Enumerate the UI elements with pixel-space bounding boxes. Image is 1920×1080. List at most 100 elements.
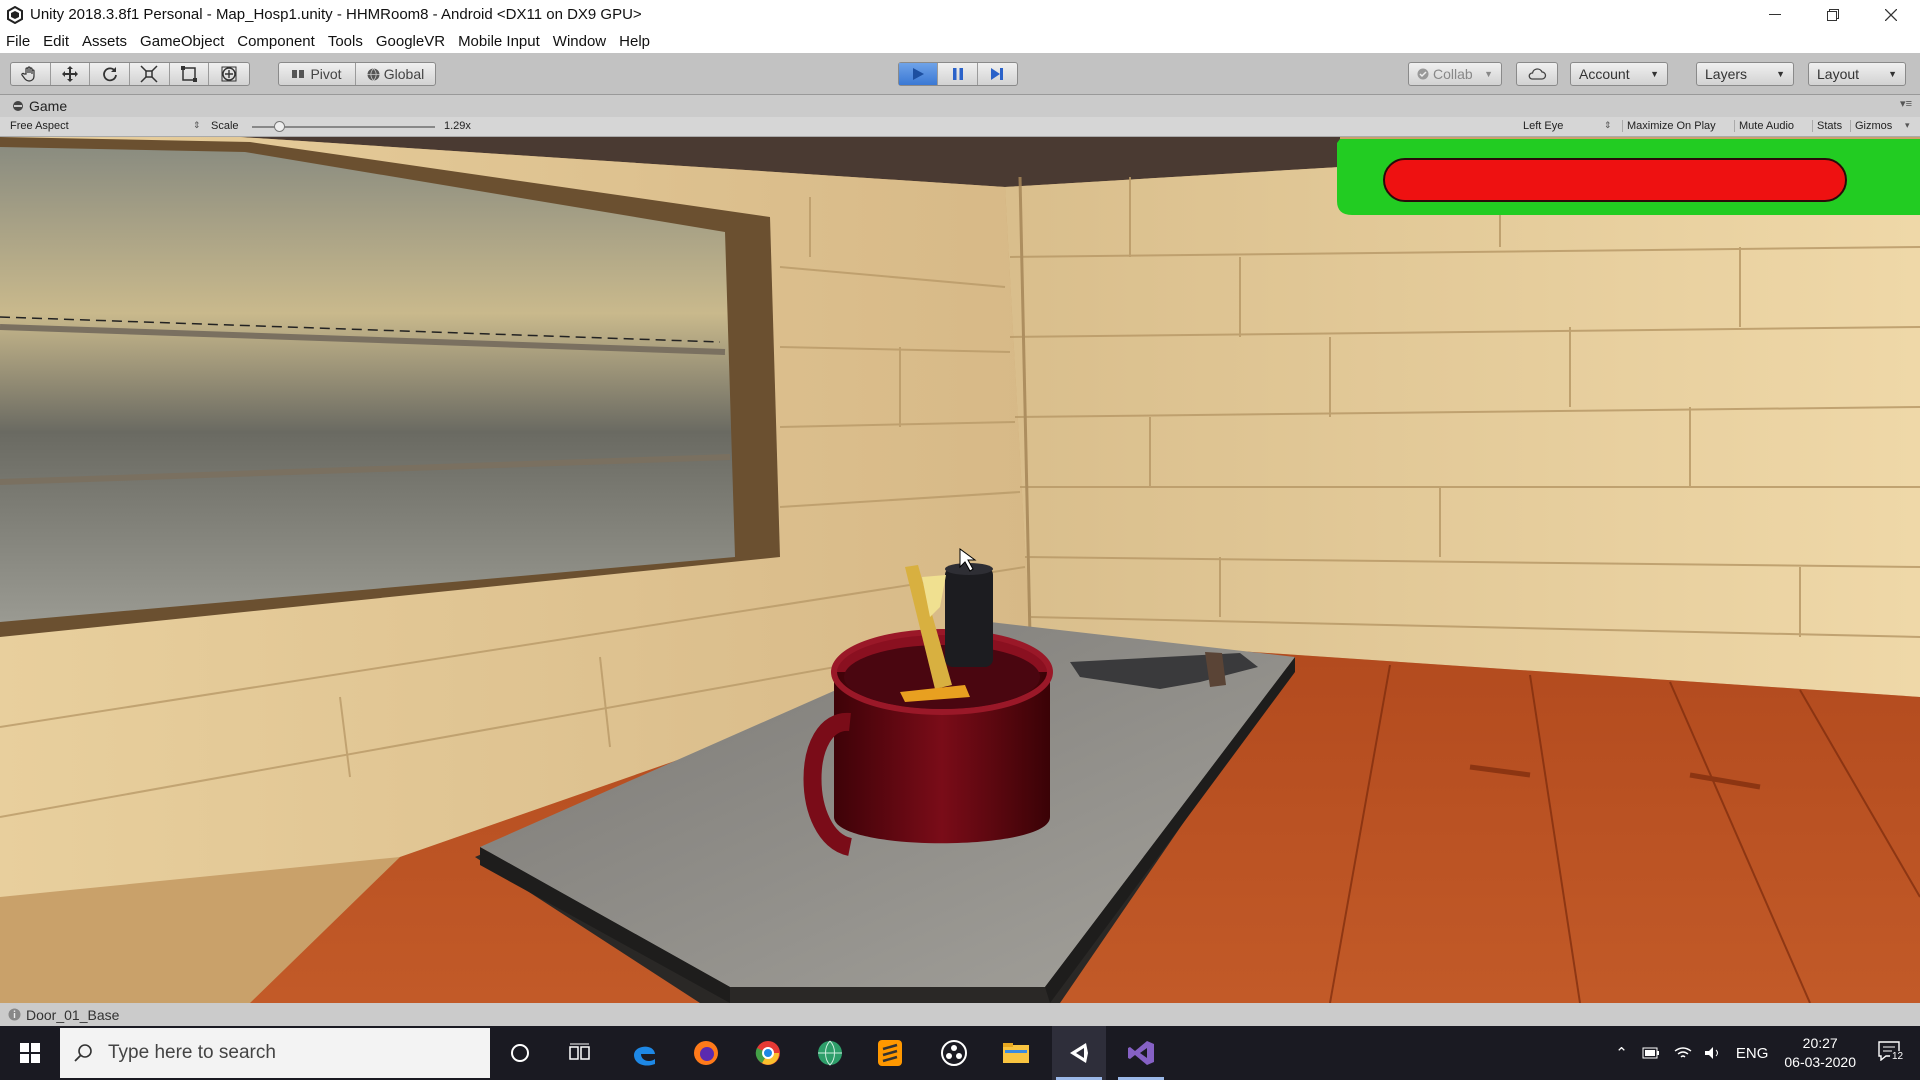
taskbar-globe-app[interactable] — [810, 1033, 850, 1073]
language-indicator[interactable]: ENG — [1736, 1045, 1769, 1062]
battery-icon[interactable] — [1642, 1047, 1660, 1059]
edge-icon — [634, 1046, 655, 1066]
taskbar-search-input[interactable]: Type here to search — [60, 1028, 490, 1078]
menu-component[interactable]: Component — [237, 33, 315, 50]
game-view-controls: Free Aspect ⇕ Scale 1.29x Left Eye ⇕ Max… — [0, 117, 1920, 137]
global-button[interactable]: Global — [356, 63, 435, 85]
clock-date: 06-03-2020 — [1784, 1054, 1856, 1070]
minimize-button[interactable] — [1746, 0, 1804, 29]
chevron-updown-icon: ⇕ — [193, 120, 201, 130]
chevron-down-icon: ▼ — [1776, 69, 1785, 79]
scale-label: Scale — [211, 120, 239, 132]
step-icon — [991, 68, 1004, 80]
hand-tool-button[interactable] — [11, 63, 51, 85]
menu-window[interactable]: Window — [553, 33, 606, 50]
close-button[interactable] — [1862, 0, 1920, 29]
mute-audio-toggle[interactable]: Mute Audio — [1734, 120, 1794, 132]
menu-edit[interactable]: Edit — [43, 33, 69, 50]
wifi-icon[interactable] — [1674, 1046, 1692, 1060]
clock[interactable]: 20:27 06-03-2020 — [1784, 1034, 1856, 1072]
hand-icon — [21, 66, 35, 82]
collab-dropdown[interactable]: Collab ▼ — [1408, 62, 1502, 86]
pause-button[interactable] — [938, 63, 978, 85]
notification-badge: 12 — [1890, 1051, 1906, 1062]
status-message[interactable]: Door_01_Base — [26, 1007, 119, 1023]
chevron-up-icon[interactable]: ⌃ — [1615, 1044, 1628, 1062]
gizmos-dropdown[interactable]: Gizmos — [1850, 120, 1892, 132]
firefox-icon — [694, 1041, 718, 1065]
transform-tools — [10, 62, 250, 86]
window-titlebar: Unity 2018.3.8f1 Personal - Map_Hosp1.un… — [0, 0, 1920, 29]
taskbar-sublime[interactable] — [870, 1033, 910, 1073]
unity-logo-icon — [7, 5, 23, 24]
layout-dropdown[interactable]: Layout ▼ — [1808, 62, 1906, 86]
global-label: Global — [383, 66, 425, 82]
play-button[interactable] — [899, 63, 939, 85]
step-button[interactable] — [978, 63, 1017, 85]
cloud-icon — [1528, 68, 1547, 80]
globe-app-icon — [818, 1040, 842, 1066]
search-icon — [74, 1044, 92, 1062]
layers-label: Layers — [1705, 66, 1748, 82]
visual-studio-icon — [1128, 1041, 1154, 1065]
cortana-icon — [511, 1044, 529, 1062]
scale-tool-button[interactable] — [130, 63, 170, 85]
check-icon — [1417, 68, 1429, 80]
taskbar-edge[interactable] — [624, 1033, 664, 1073]
move-tool-button[interactable] — [51, 63, 91, 85]
menu-tools[interactable]: Tools — [328, 33, 363, 50]
taskbar-visual-studio[interactable] — [1114, 1026, 1168, 1080]
play-icon — [913, 68, 925, 80]
maximize-on-play-toggle[interactable]: Maximize On Play — [1622, 120, 1716, 132]
chevron-down-icon: ▼ — [1888, 69, 1897, 79]
task-view-button[interactable] — [560, 1033, 600, 1073]
menu-bar: File Edit Assets GameObject Component To… — [0, 29, 1920, 53]
taskbar-unity-active[interactable] — [1052, 1026, 1106, 1080]
menu-mobile-input[interactable]: Mobile Input — [458, 33, 540, 50]
cloud-button[interactable] — [1516, 62, 1558, 86]
chevron-down-icon: ▼ — [1484, 69, 1493, 79]
task-view-icon — [569, 1043, 590, 1060]
scale-slider-thumb[interactable] — [274, 121, 286, 132]
game-viewport[interactable] — [0, 137, 1920, 1003]
chevron-down-icon: ▼ — [1650, 69, 1659, 79]
menu-help[interactable]: Help — [619, 33, 650, 50]
scale-value: 1.29x — [444, 120, 471, 132]
layout-label: Layout — [1817, 66, 1860, 82]
stats-toggle[interactable]: Stats — [1812, 120, 1842, 132]
rect-tool-button[interactable] — [170, 63, 210, 85]
taskbar-chrome[interactable] — [748, 1033, 788, 1073]
restore-button[interactable] — [1804, 0, 1862, 29]
menu-gameobject[interactable]: GameObject — [140, 33, 224, 50]
taskbar-file-explorer[interactable] — [996, 1033, 1036, 1073]
tab-menu-icon[interactable]: ▾≡ — [1900, 97, 1912, 110]
chevron-down-icon: ▾ — [1905, 120, 1910, 130]
search-placeholder: Type here to search — [108, 1042, 276, 1063]
notification-center-button[interactable]: 12 — [1878, 1041, 1908, 1065]
chevron-updown-icon: ⇕ — [1604, 120, 1612, 130]
game-scene — [0, 137, 1920, 1003]
volume-icon[interactable] — [1704, 1046, 1722, 1060]
scale-slider[interactable] — [252, 121, 435, 132]
pivot-icon — [292, 70, 305, 78]
pivot-button[interactable]: Pivot — [279, 63, 357, 85]
rotate-tool-button[interactable] — [90, 63, 131, 85]
taskbar-obs[interactable] — [934, 1033, 974, 1073]
transform-tool-button[interactable] — [209, 63, 249, 85]
system-tray: ⌃ ENG 20:27 06-03-2020 12 — [1615, 1026, 1920, 1080]
menu-googlevr[interactable]: GoogleVR — [376, 33, 445, 50]
eye-dropdown[interactable]: Left Eye — [1523, 120, 1563, 132]
windows-taskbar: Type here to search ⌃ ENG 20:27 06-03-20… — [0, 1026, 1920, 1080]
rotate-icon — [102, 67, 117, 82]
menu-assets[interactable]: Assets — [82, 33, 127, 50]
layers-dropdown[interactable]: Layers ▼ — [1696, 62, 1794, 86]
sublime-text-icon — [878, 1040, 902, 1066]
menu-file[interactable]: File — [6, 33, 30, 50]
start-button[interactable] — [0, 1026, 60, 1080]
clock-time: 20:27 — [1802, 1035, 1838, 1051]
cortana-button[interactable] — [500, 1033, 540, 1073]
taskbar-firefox[interactable] — [686, 1033, 726, 1073]
account-dropdown[interactable]: Account ▼ — [1570, 62, 1668, 86]
tab-game[interactable]: Game — [29, 98, 67, 114]
aspect-dropdown[interactable]: Free Aspect — [10, 120, 69, 132]
